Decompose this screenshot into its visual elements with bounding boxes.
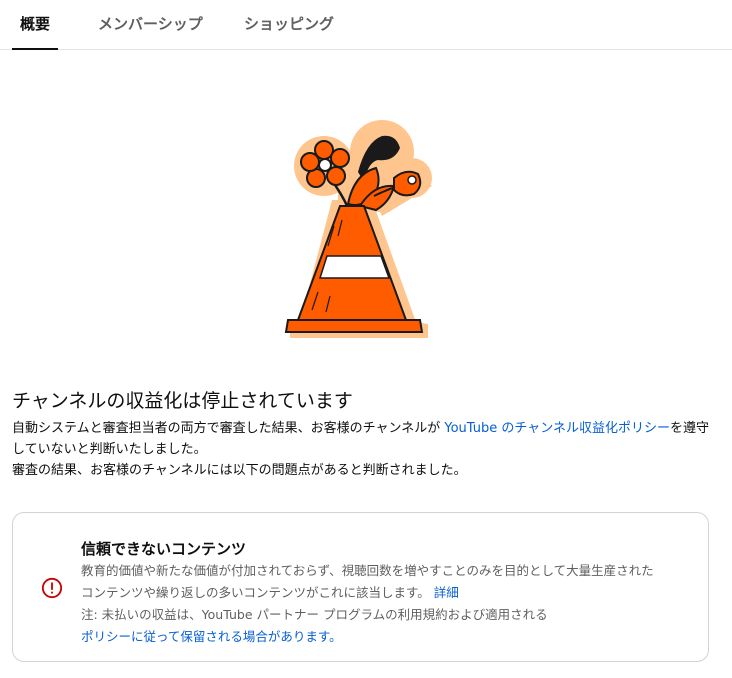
issue-description: 教育的価値や新たな価値が付加されておらず、視聴回数を増やすことのみを目的として大… [81,560,691,648]
details-link[interactable]: 詳細 [434,585,459,600]
issue-body-line1: 教育的価値や新たな価値が付加されておらず、視聴回数を増やすことのみを目的として大… [81,563,654,578]
review-result-text: 審査の結果、お客様のチャンネルには以下の問題点があると判断されました。 [12,463,467,478]
alert-circle-icon [41,577,63,599]
tab-overview[interactable]: 概要 [12,0,59,50]
tab-shopping[interactable]: ショッピング [244,0,334,49]
traffic-cone-with-flowers-icon [284,120,432,338]
description-text: 自動システムと審査担当者の両方で審査した結果、お客様のチャンネルが [12,421,445,436]
note-text: 注: 未払いの収益は、YouTube パートナー プログラムの利用規約および適用… [81,607,548,622]
tab-membership[interactable]: メンバーシップ [98,0,203,49]
issue-body-line2: コンテンツや繰り返しの多いコンテンツがこれに該当します。 [81,585,430,600]
policy-hold-link[interactable]: ポリシーに従って保留される場合があります。 [81,629,342,644]
issue-title: 信頼できないコンテンツ [81,540,247,558]
tab-bar: 概要 メンバーシップ ショッピング [0,0,732,50]
issue-card: 信頼できないコンテンツ 教育的価値や新たな価値が付加されておらず、視聴回数を増や… [12,512,709,662]
page-title: チャンネルの収益化は停止されています [12,390,353,412]
monetization-policy-link[interactable]: YouTube のチャンネル収益化ポリシー [444,421,670,436]
monetization-description: 自動システムと審査担当者の両方で審査した結果、お客様のチャンネルが YouTub… [12,418,712,481]
